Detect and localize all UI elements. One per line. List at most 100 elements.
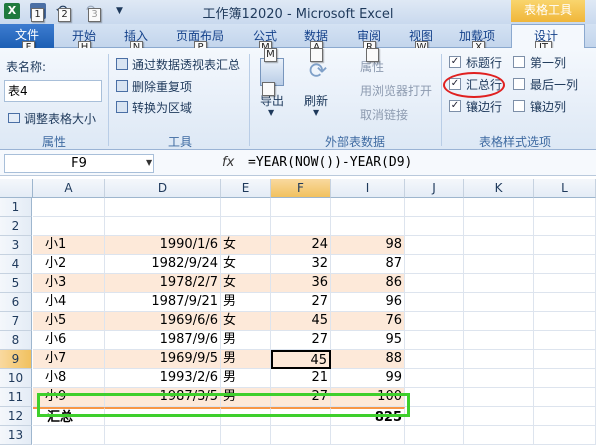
cell-k11[interactable] xyxy=(464,388,534,407)
cell-k3[interactable] xyxy=(464,236,534,255)
cell-d2[interactable] xyxy=(105,217,221,236)
table-data-cell[interactable]: 小1 xyxy=(33,236,105,255)
row-header-12[interactable]: 12 xyxy=(0,407,32,426)
row-header-1[interactable]: 1 xyxy=(0,198,32,217)
table-data-cell[interactable]: 小5 xyxy=(33,312,105,331)
formula-input[interactable]: =YEAR(NOW())-YEAR(D9) xyxy=(248,155,412,170)
table-data-cell[interactable]: 1969/9/5 xyxy=(105,350,221,369)
table-data-cell[interactable]: 36 xyxy=(271,274,331,293)
cell-j8[interactable] xyxy=(405,331,464,350)
table-data-cell[interactable]: 27 xyxy=(271,293,331,312)
table-data-cell[interactable]: 1978/2/7 xyxy=(105,274,221,293)
table-data-cell[interactable]: 小4 xyxy=(33,293,105,312)
select-all-corner[interactable] xyxy=(0,179,33,198)
table-data-cell[interactable]: 女 xyxy=(221,312,271,331)
cell-a2[interactable] xyxy=(33,217,105,236)
cell-j11[interactable] xyxy=(405,388,464,407)
cell-j10[interactable] xyxy=(405,369,464,388)
cell-l8[interactable] xyxy=(534,331,596,350)
banded-rows-checkbox[interactable]: ✓ xyxy=(449,100,461,112)
cell-l2[interactable] xyxy=(534,217,596,236)
table-data-cell[interactable]: 45 xyxy=(271,312,331,331)
cell-j6[interactable] xyxy=(405,293,464,312)
row-header-4[interactable]: 4 xyxy=(0,255,32,274)
column-header-a[interactable]: A xyxy=(33,179,105,198)
column-header-e[interactable]: E xyxy=(221,179,271,198)
convert-to-range-button[interactable]: 转换为区域 xyxy=(132,99,192,116)
table-data-cell[interactable]: 男 xyxy=(221,369,271,388)
table-data-cell[interactable]: 24 xyxy=(271,236,331,255)
cell-i1[interactable] xyxy=(331,198,405,217)
cell-k8[interactable] xyxy=(464,331,534,350)
table-data-cell[interactable]: 1982/9/24 xyxy=(105,255,221,274)
cell-l1[interactable] xyxy=(534,198,596,217)
cell-j2[interactable] xyxy=(405,217,464,236)
banded-columns-checkbox[interactable] xyxy=(513,100,525,112)
table-data-cell[interactable]: 小2 xyxy=(33,255,105,274)
table-data-cell[interactable]: 1993/2/6 xyxy=(105,369,221,388)
table-name-input[interactable]: 表4 xyxy=(4,80,102,102)
cell-k12[interactable] xyxy=(464,407,534,426)
table-data-cell[interactable]: 87 xyxy=(331,255,405,274)
table-data-cell[interactable]: 27 xyxy=(271,331,331,350)
cell-l6[interactable] xyxy=(534,293,596,312)
column-header-k[interactable]: K xyxy=(464,179,534,198)
row-header-7[interactable]: 7 xyxy=(0,312,32,331)
cell-j7[interactable] xyxy=(405,312,464,331)
table-data-cell[interactable]: 95 xyxy=(331,331,405,350)
active-cell-f9[interactable]: 45 xyxy=(271,350,331,369)
cell-j4[interactable] xyxy=(405,255,464,274)
table-data-cell[interactable]: 小8 xyxy=(33,369,105,388)
cell-e2[interactable] xyxy=(221,217,271,236)
first-column-checkbox[interactable] xyxy=(513,56,525,68)
cell-k7[interactable] xyxy=(464,312,534,331)
cell-j1[interactable] xyxy=(405,198,464,217)
cell-k9[interactable] xyxy=(464,350,534,369)
cell-k10[interactable] xyxy=(464,369,534,388)
cell-l9[interactable] xyxy=(534,350,596,369)
summarize-pivot-button[interactable]: 通过数据透视表汇总 xyxy=(132,56,240,73)
cell-l4[interactable] xyxy=(534,255,596,274)
cell-l3[interactable] xyxy=(534,236,596,255)
column-header-i[interactable]: I xyxy=(331,179,405,198)
cell-k1[interactable] xyxy=(464,198,534,217)
cell-i2[interactable] xyxy=(331,217,405,236)
table-data-cell[interactable]: 1969/6/6 xyxy=(105,312,221,331)
fx-icon[interactable]: fx xyxy=(222,155,234,170)
row-header-2[interactable]: 2 xyxy=(0,217,32,236)
cell-e1[interactable] xyxy=(221,198,271,217)
table-data-cell[interactable]: 女 xyxy=(221,236,271,255)
table-data-cell[interactable]: 86 xyxy=(331,274,405,293)
cell-d1[interactable] xyxy=(105,198,221,217)
table-data-cell[interactable]: 女 xyxy=(221,255,271,274)
row-header-3[interactable]: 3 xyxy=(0,236,32,255)
cell-l10[interactable] xyxy=(534,369,596,388)
table-data-cell[interactable]: 小6 xyxy=(33,331,105,350)
refresh-button[interactable]: 刷新 xyxy=(304,92,328,109)
table-data-cell[interactable]: 1987/9/21 xyxy=(105,293,221,312)
row-header-9[interactable]: 9 xyxy=(0,350,32,369)
row-header-5[interactable]: 5 xyxy=(0,274,32,293)
column-header-f[interactable]: F xyxy=(271,179,331,198)
table-data-cell[interactable]: 96 xyxy=(331,293,405,312)
table-data-cell[interactable]: 21 xyxy=(271,369,331,388)
cell-j3[interactable] xyxy=(405,236,464,255)
table-data-cell[interactable]: 男 xyxy=(221,293,271,312)
cell-k5[interactable] xyxy=(464,274,534,293)
header-row-checkbox[interactable]: ✓ xyxy=(449,56,461,68)
cell-j12[interactable] xyxy=(405,407,464,426)
cell-j5[interactable] xyxy=(405,274,464,293)
open-in-browser-button[interactable]: 用浏览器打开 xyxy=(360,82,432,99)
cell-k2[interactable] xyxy=(464,217,534,236)
cell-l5[interactable] xyxy=(534,274,596,293)
last-column-checkbox[interactable] xyxy=(513,78,525,90)
column-header-d[interactable]: D xyxy=(105,179,221,198)
cell-a1[interactable] xyxy=(33,198,105,217)
table-data-cell[interactable]: 女 xyxy=(221,274,271,293)
cell-k4[interactable] xyxy=(464,255,534,274)
table-data-cell[interactable]: 1990/1/6 xyxy=(105,236,221,255)
table-data-cell[interactable]: 98 xyxy=(331,236,405,255)
name-box-dropdown-icon[interactable]: ▼ xyxy=(146,158,152,167)
unlink-button[interactable]: 取消链接 xyxy=(360,106,408,123)
cell-l11[interactable] xyxy=(534,388,596,407)
